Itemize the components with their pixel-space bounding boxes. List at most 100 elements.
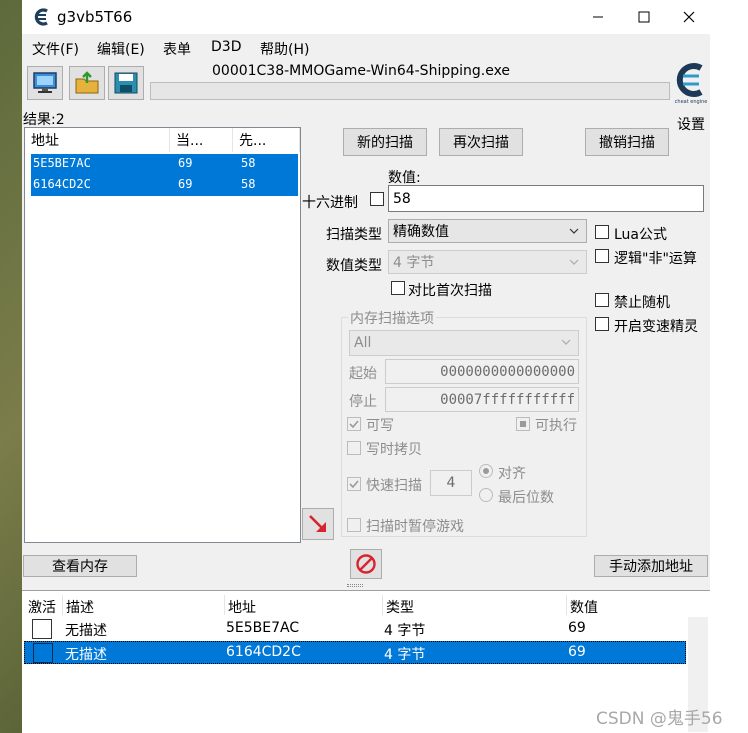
memory-region-select[interactable]: All — [349, 330, 579, 356]
add-selected-to-list-button[interactable] — [302, 508, 334, 540]
value-type-value: 4 字节 — [393, 255, 435, 271]
menu-table[interactable]: 表单 — [163, 39, 191, 59]
close-button[interactable] — [667, 0, 710, 34]
hex-checkbox[interactable] — [370, 192, 384, 206]
stop-address-input[interactable]: 00007fffffffffff — [385, 387, 579, 412]
lua-formula-checkbox[interactable] — [595, 225, 609, 239]
disable-random-checkbox[interactable] — [595, 293, 609, 307]
disable-random-label: 禁止随机 — [614, 295, 670, 311]
chevron-down-icon — [561, 339, 571, 345]
open-process-button[interactable] — [27, 66, 63, 100]
column-divider — [382, 595, 383, 615]
scan-type-select[interactable]: 精确数值 — [388, 219, 587, 243]
svg-text:cheat engine: cheat engine — [675, 99, 708, 104]
minimize-button[interactable] — [575, 0, 621, 34]
checkmark-icon — [349, 420, 359, 429]
hex-label: 十六进制 — [302, 195, 358, 211]
results-list[interactable]: 地址 当... 先... 5E5BE7AC 69 58 6164CD2C 69 … — [24, 127, 301, 543]
column-header-value[interactable]: 数值 — [570, 597, 598, 617]
result-row-current[interactable]: 69 — [178, 156, 192, 170]
background-strip — [710, 0, 748, 733]
row-address: 5E5BE7AC — [226, 620, 300, 636]
scan-progress-bar — [150, 82, 670, 100]
clear-list-button[interactable] — [350, 549, 382, 579]
logical-not-checkbox[interactable] — [595, 249, 609, 263]
menu-help[interactable]: 帮助(H) — [260, 39, 309, 59]
results-count-label: 结果:2 — [23, 112, 65, 128]
row-type: 4 字节 — [384, 623, 426, 639]
column-header-previous[interactable]: 先... — [233, 128, 300, 152]
logical-not-label: 逻辑"非"运算 — [614, 251, 697, 267]
align-radio[interactable] — [479, 464, 493, 478]
fast-scan-checkbox[interactable] — [347, 477, 361, 491]
result-row-previous[interactable]: 58 — [241, 156, 255, 170]
menu-file[interactable]: 文件(F) — [32, 39, 79, 59]
process-name-label: 00001C38-MMOGame-Win64-Shipping.exe — [212, 63, 511, 79]
menu-edit[interactable]: 编辑(E) — [97, 39, 145, 59]
lua-formula-label: Lua公式 — [614, 227, 668, 243]
value-input[interactable]: 58 — [388, 185, 704, 212]
executable-checkbox[interactable] — [516, 417, 530, 431]
executable-label: 可执行 — [535, 418, 577, 434]
cheat-engine-logo-icon — [34, 8, 48, 26]
open-file-button[interactable] — [69, 66, 105, 100]
cheat-engine-logo-icon[interactable]: cheat engine — [674, 62, 708, 104]
radio-dot — [483, 468, 489, 474]
arrow-down-right-icon — [309, 515, 326, 532]
active-checkbox[interactable] — [32, 619, 52, 639]
title-bar: g3vb5T66 — [22, 0, 710, 34]
splitter-handle[interactable] — [347, 584, 363, 587]
fast-scan-input[interactable]: 4 — [430, 470, 472, 496]
floppy-disk-icon — [114, 72, 138, 94]
result-row-current[interactable]: 69 — [178, 177, 192, 191]
result-row-previous[interactable]: 58 — [241, 177, 255, 191]
settings-label[interactable]: 设置 — [677, 114, 705, 134]
cheat-engine-window: g3vb5T66 文件(F) 编辑(E) 表单 D3D 帮助(H) 00001C… — [22, 0, 710, 733]
checkmark-icon — [349, 480, 359, 489]
column-header-description[interactable]: 描述 — [66, 597, 94, 617]
pause-game-checkbox[interactable] — [347, 518, 361, 532]
column-divider — [62, 595, 63, 615]
value-label: 数值: — [388, 170, 421, 186]
column-header-current[interactable]: 当... — [170, 128, 233, 152]
compare-first-checkbox[interactable] — [391, 281, 405, 295]
value-type-select[interactable]: 4 字节 — [388, 250, 587, 274]
scan-type-label: 扫描类型 — [326, 227, 382, 243]
next-scan-button[interactable]: 再次扫描 — [439, 128, 523, 156]
last-digits-label: 最后位数 — [498, 490, 554, 506]
window-title: g3vb5T66 — [57, 8, 133, 26]
align-label: 对齐 — [498, 466, 526, 482]
pause-game-label: 扫描时暂停游戏 — [366, 519, 464, 535]
menu-d3d[interactable]: D3D — [211, 39, 241, 55]
undo-scan-button[interactable]: 撤销扫描 — [585, 128, 669, 156]
copy-on-write-label: 写时拷贝 — [366, 442, 422, 458]
column-header-type[interactable]: 类型 — [386, 597, 414, 617]
row-description: 无描述 — [65, 623, 107, 639]
row-value: 69 — [568, 644, 586, 660]
column-header-active[interactable]: 激活 — [28, 597, 56, 617]
active-checkbox[interactable] — [33, 643, 53, 663]
add-address-manually-button[interactable]: 手动添加地址 — [594, 555, 708, 577]
speedhack-checkbox[interactable] — [595, 317, 609, 331]
column-divider — [566, 595, 567, 615]
copy-on-write-checkbox[interactable] — [347, 441, 361, 455]
writable-checkbox[interactable] — [347, 417, 361, 431]
column-header-address[interactable]: 地址 — [25, 128, 170, 152]
new-scan-button[interactable]: 新的扫描 — [343, 128, 427, 156]
result-row-address[interactable]: 5E5BE7AC — [33, 156, 91, 170]
table-row[interactable]: 无描述 6164CD2C 4 字节 69 — [24, 641, 686, 664]
scan-type-value: 精确数值 — [393, 224, 449, 240]
column-header-address[interactable]: 地址 — [228, 597, 256, 617]
indeterminate-mark — [520, 421, 526, 427]
view-memory-button[interactable]: 查看内存 — [23, 555, 137, 577]
table-row[interactable]: 无描述 5E5BE7AC 4 字节 69 — [24, 617, 686, 640]
column-divider — [224, 595, 225, 615]
menu-bar: 文件(F) 编辑(E) 表单 D3D 帮助(H) — [22, 36, 710, 60]
last-digits-radio[interactable] — [479, 488, 493, 502]
start-address-input[interactable]: 0000000000000000 — [385, 359, 579, 384]
value-type-label: 数值类型 — [326, 258, 382, 274]
result-row-address[interactable]: 6164CD2C — [33, 177, 91, 191]
save-button[interactable] — [108, 66, 144, 100]
watermark-text: CSDN @鬼手56 — [596, 709, 723, 729]
maximize-button[interactable] — [621, 0, 667, 34]
